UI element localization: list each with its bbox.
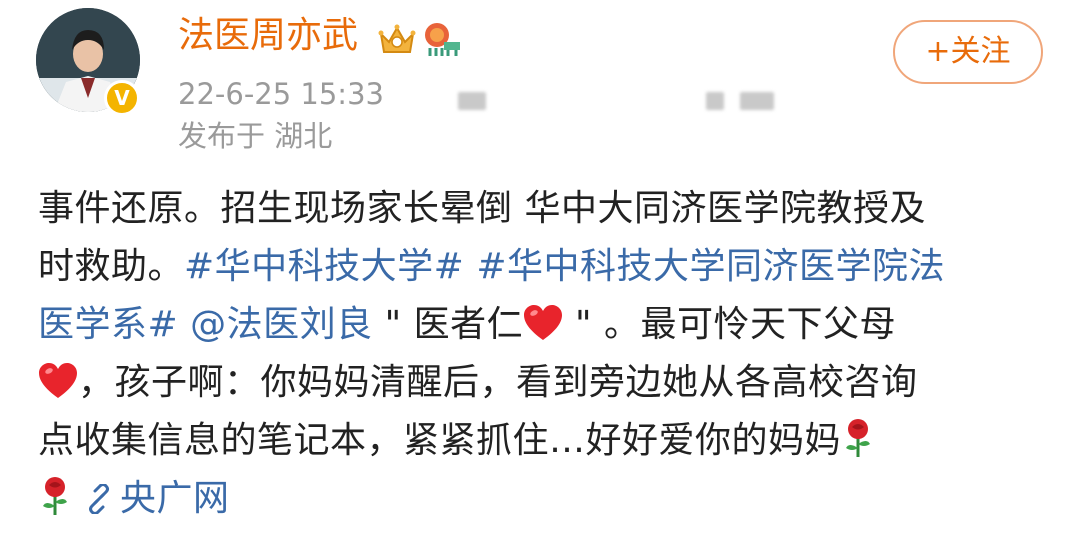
vip-icons (378, 20, 462, 60)
heart-emoji (38, 360, 78, 418)
verified-badge-icon: V (104, 80, 140, 116)
redacted-block (740, 92, 774, 110)
lion-member-icon (422, 20, 462, 60)
post-line: 点收集信息的笔记本，紧紧抓住…好好爱你的妈妈 (38, 412, 1048, 470)
topic-link-forensic-dept[interactable]: #华中科技大学同济医学院法 (476, 246, 945, 287)
link-icon[interactable] (84, 474, 114, 532)
topic-link-forensic-dept-cont[interactable]: 医学系# (38, 304, 178, 345)
topic-link-hust[interactable]: #华中科技大学# (184, 246, 464, 287)
redacted-block (706, 92, 724, 110)
rose-emoji (38, 476, 72, 534)
heart-emoji (523, 302, 563, 360)
post-line: ，孩子啊：你妈妈清醒后，看到旁边她从各高校咨询 (38, 354, 1048, 412)
post-line: 时救助。#华中科技大学# #华中科技大学同济医学院法 (38, 238, 1048, 296)
rose-emoji (841, 418, 875, 476)
post-text: 时救助。 (38, 246, 185, 287)
post-text (178, 304, 190, 345)
crown-vip-icon (378, 20, 416, 60)
post-text: 点收集信息的笔记本，紧紧抓住…好好爱你的妈妈 (38, 420, 842, 461)
source-link[interactable]: 央广网 (120, 478, 230, 519)
post-timestamp: 22-6-25 15:33 (178, 77, 384, 111)
mention-link[interactable]: @法医刘良 (190, 304, 373, 345)
post-text: 事件还原。招生现场家长晕倒 华中大同济医学院教授及 (38, 188, 926, 229)
post-content: 事件还原。招生现场家长晕倒 华中大同济医学院教授及 时救助。#华中科技大学# #… (38, 180, 1048, 528)
post-line: 央广网 (38, 470, 1048, 528)
weibo-post: V 法医周亦武 22-6-25 15:33 发布于 湖北 +关注 事件还原。招生… (0, 0, 1080, 553)
post-text: ，孩子啊：你妈妈清醒后，看到旁边她从各高校咨询 (78, 362, 918, 403)
post-text: " 。最可怜天下父母 (563, 304, 897, 345)
username[interactable]: 法医周亦武 (178, 14, 358, 58)
post-location: 发布于 湖北 (178, 119, 333, 153)
post-text: " 医者仁 (372, 304, 524, 345)
redacted-block (458, 92, 486, 110)
follow-button[interactable]: +关注 (893, 20, 1043, 84)
post-line: 事件还原。招生现场家长晕倒 华中大同济医学院教授及 (38, 180, 1048, 238)
post-line: 医学系# @法医刘良 " 医者仁 " 。最可怜天下父母 (38, 296, 1048, 354)
post-text (464, 246, 476, 287)
